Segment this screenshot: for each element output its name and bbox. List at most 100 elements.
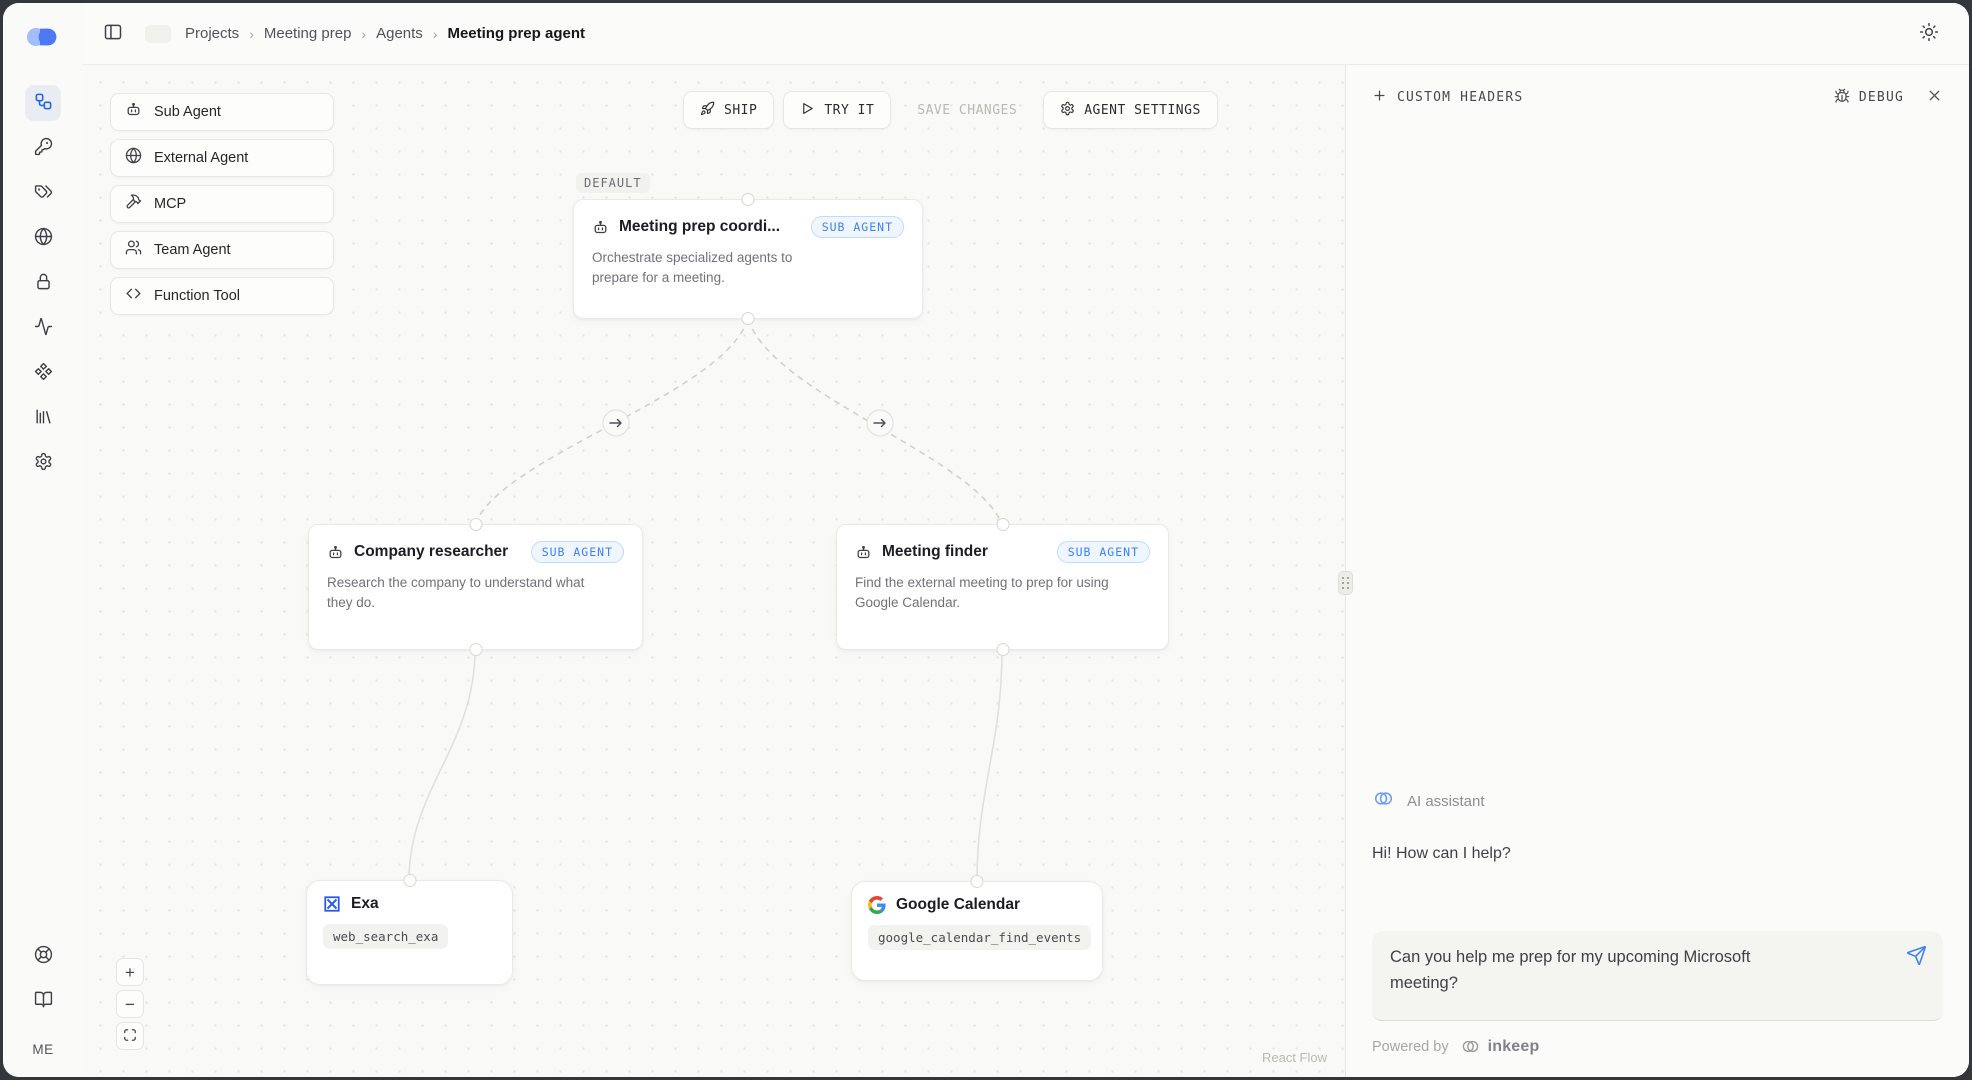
gear-icon — [1060, 101, 1075, 120]
node-title: Google Calendar — [896, 896, 1086, 914]
react-flow-attribution[interactable]: React Flow — [1262, 1050, 1327, 1065]
tool-id-chip: google_calendar_find_events — [868, 925, 1091, 950]
rail-item-components[interactable] — [25, 355, 61, 391]
node-handle-bottom[interactable] — [996, 643, 1009, 656]
breadcrumb-agents[interactable]: Agents — [376, 25, 423, 42]
rail-item-agents[interactable] — [25, 85, 61, 121]
hammer-icon — [125, 193, 142, 215]
palette-team-agent[interactable]: Team Agent — [110, 231, 334, 269]
rail-item-external[interactable] — [25, 220, 61, 256]
chat-input[interactable]: Can you help me prep for my upcoming Mic… — [1390, 945, 1810, 1001]
powered-by-label: Powered by — [1372, 1039, 1449, 1055]
rail-item-settings[interactable] — [25, 445, 61, 481]
try-it-panel: CUSTOM HEADERS DEBUG — [1345, 65, 1969, 1077]
users-icon — [125, 239, 142, 261]
node-title: Exa — [351, 895, 496, 913]
node-handle-top[interactable] — [403, 874, 416, 887]
palette-sub-agent[interactable]: Sub Agent — [110, 93, 334, 131]
breadcrumb: Projects › Meeting prep › Agents › Meeti… — [185, 25, 585, 42]
theme-toggle-button[interactable] — [1915, 18, 1943, 49]
node-title: Company researcher — [354, 543, 521, 561]
bot-icon — [592, 219, 609, 236]
breadcrumb-separator: › — [361, 26, 366, 42]
inkeep-brand-label[interactable]: inkeep — [1488, 1038, 1540, 1056]
rail-item-help[interactable] — [25, 938, 61, 974]
breadcrumb-projects[interactable]: Projects — [185, 25, 239, 42]
ship-button[interactable]: SHIP — [683, 91, 774, 129]
breadcrumb-separator: › — [249, 26, 254, 42]
ship-label: SHIP — [724, 103, 757, 118]
rail-item-keys[interactable] — [25, 130, 61, 166]
send-button[interactable] — [1906, 945, 1927, 969]
rocket-icon — [700, 101, 715, 120]
save-changes-button[interactable]: SAVE CHANGES — [900, 91, 1034, 129]
palette-mcp[interactable]: MCP — [110, 185, 334, 223]
node-handle-top[interactable] — [742, 193, 755, 206]
tool-id-chip: web_search_exa — [323, 924, 448, 949]
node-palette: Sub Agent External Agent MCP Team Agent — [110, 93, 334, 315]
node-title: Meeting prep coordi... — [619, 218, 801, 236]
rail-item-docs[interactable] — [25, 983, 61, 1019]
fit-view-button[interactable] — [116, 1022, 144, 1050]
canvas-toolbar: SHIP TRY IT SAVE CHANGES AGENT SETTINGS — [683, 91, 1218, 129]
close-panel-button[interactable] — [1926, 87, 1943, 107]
maximize-icon — [123, 1028, 137, 1045]
globe-icon — [34, 227, 53, 249]
node-meeting-finder[interactable]: Meeting finder SUB AGENT Find the extern… — [836, 524, 1169, 650]
activity-icon — [34, 317, 53, 339]
node-google-calendar-tool[interactable]: Google Calendar google_calendar_find_eve… — [851, 881, 1103, 981]
palette-label: MCP — [154, 196, 186, 212]
chat-composer[interactable]: Can you help me prep for my upcoming Mic… — [1372, 931, 1943, 1021]
node-company-researcher[interactable]: Company researcher SUB AGENT Research th… — [308, 524, 643, 650]
agent-settings-button[interactable]: AGENT SETTINGS — [1043, 91, 1218, 129]
user-avatar[interactable]: ME — [32, 1042, 53, 1057]
sidebar-toggle-button[interactable] — [99, 18, 127, 49]
node-handle-top[interactable] — [469, 518, 482, 531]
key-icon — [34, 137, 53, 159]
debug-button[interactable]: DEBUG — [1834, 88, 1904, 107]
custom-headers-label: CUSTOM HEADERS — [1397, 90, 1523, 105]
node-description: Orchestrate specialized agents to prepar… — [592, 248, 842, 289]
try-it-button[interactable]: TRY IT — [783, 91, 891, 129]
zoom-in-button[interactable]: + — [116, 958, 144, 986]
node-meeting-prep-coordinator[interactable]: Meeting prep coordi... SUB AGENT Orchest… — [573, 199, 923, 319]
default-badge: DEFAULT — [576, 173, 650, 193]
palette-function-tool[interactable]: Function Tool — [110, 277, 334, 315]
zoom-out-button[interactable]: − — [116, 990, 144, 1018]
breadcrumb-project[interactable]: Meeting prep — [264, 25, 352, 42]
palette-label: External Agent — [154, 150, 248, 166]
bot-icon — [327, 544, 344, 561]
node-handle-top[interactable] — [971, 875, 984, 888]
palette-label: Sub Agent — [154, 104, 221, 120]
lock-icon — [34, 272, 53, 294]
panel-footer: Powered by inkeep — [1346, 1021, 1969, 1077]
node-title: Meeting finder — [882, 543, 1047, 561]
node-handle-bottom[interactable] — [742, 312, 755, 325]
node-handle-bottom[interactable] — [469, 643, 482, 656]
rail-item-tags[interactable] — [25, 175, 61, 211]
sub-agent-badge: SUB AGENT — [1057, 541, 1150, 563]
try-it-label: TRY IT — [824, 103, 874, 118]
rail-item-security[interactable] — [25, 265, 61, 301]
palette-external-agent[interactable]: External Agent — [110, 139, 334, 177]
assistant-name: AI assistant — [1407, 793, 1485, 810]
chat-area: AI assistant Hi! How can I help? Can you… — [1346, 121, 1969, 1021]
zoom-controls: + − — [116, 958, 144, 1050]
flow-canvas[interactable]: Sub Agent External Agent MCP Team Agent — [83, 65, 1345, 1077]
google-logo-icon — [868, 896, 886, 914]
bug-icon — [1834, 88, 1850, 107]
workflow-icon — [34, 92, 53, 114]
node-exa-tool[interactable]: Exa web_search_exa — [306, 880, 513, 985]
custom-headers-button[interactable]: CUSTOM HEADERS — [1372, 88, 1523, 106]
breadcrumb-skeleton — [145, 25, 171, 43]
rail-item-library[interactable] — [25, 400, 61, 436]
globe-icon — [125, 147, 142, 169]
agent-settings-label: AGENT SETTINGS — [1084, 103, 1201, 118]
inkeep-assistant-icon — [1372, 787, 1395, 815]
sub-agent-badge: SUB AGENT — [811, 216, 904, 238]
node-handle-top[interactable] — [996, 518, 1009, 531]
play-icon — [800, 101, 815, 120]
assistant-greeting: Hi! How can I help? — [1372, 845, 1943, 863]
panel-resize-handle[interactable] — [1338, 571, 1353, 595]
rail-item-activity[interactable] — [25, 310, 61, 346]
